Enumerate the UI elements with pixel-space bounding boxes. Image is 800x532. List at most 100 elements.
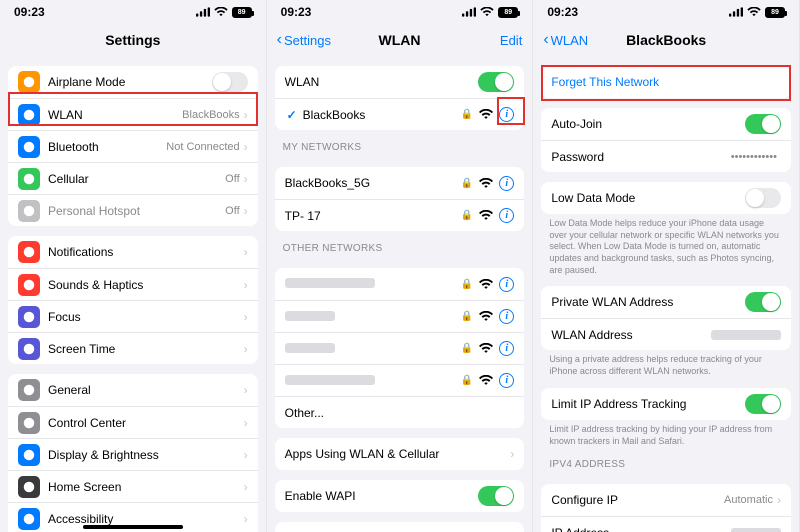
settings-row-home[interactable]: Home Screen› [8,470,258,502]
wapi-row[interactable]: Enable WAPI [275,480,525,512]
wifi-accessories: 🔒i [461,208,514,223]
private-addr-label: Private WLAN Address [551,295,745,309]
cellular-signal-icon [196,7,210,17]
page-title: WLAN [378,32,420,48]
settings-row-wlan[interactable]: WLANBlackBooks› [8,98,258,130]
settings-row-hotspot[interactable]: Personal HotspotOff › [8,194,258,226]
status-bar: 09:23 89 [0,0,266,24]
lowdata-toggle[interactable] [745,188,781,208]
phone-network-detail: 09:23 89 ‹WLAN BlackBooks Forget This Ne… [533,0,800,532]
wlan-scroll[interactable]: WLAN ✓ BlackBooks 🔒 i MY NETWORKS BlackB… [267,56,533,532]
autojoin-toggle[interactable] [745,114,781,134]
network-row[interactable]: 🔒i [275,364,525,396]
settings-row-focus[interactable]: Focus› [8,300,258,332]
limit-row[interactable]: Limit IP Address Tracking [541,388,791,420]
autojoin-row[interactable]: Auto-Join [541,108,791,140]
other-network-row[interactable]: Other... [275,396,525,428]
wlan-current-row[interactable]: ✓ BlackBooks 🔒 i [275,98,525,130]
ipv4-group: Configure IP Automatic › IP Address Subn… [541,484,791,532]
configure-ip-row[interactable]: Configure IP Automatic › [541,484,791,516]
network-row[interactable]: 🔒i [275,300,525,332]
settings-row-bluetooth[interactable]: BluetoothNot Connected› [8,130,258,162]
ask-to-join-row[interactable]: Ask to Join Networks Notify › [275,522,525,532]
wifi-signal-icon [479,375,493,386]
network-row[interactable]: BlackBooks_5G🔒i [275,167,525,199]
info-icon[interactable]: i [499,107,514,122]
private-group: Private WLAN Address WLAN Address [541,286,791,350]
other-networks-group: 🔒i🔒i🔒i🔒iOther... [275,268,525,428]
status-right: 89 [729,7,785,18]
settings-row-general[interactable]: General› [8,374,258,406]
network-label: BlackBooks_5G [285,176,370,190]
wapi-toggle[interactable] [478,486,514,506]
settings-row-sounds[interactable]: Sounds & Haptics› [8,268,258,300]
chevron-right-icon: › [244,172,248,186]
lock-icon: 🔒 [461,343,473,354]
network-row[interactable]: 🔒i [275,332,525,364]
hotspot-value: Off [225,205,239,217]
lock-icon: 🔒 [461,375,473,386]
info-icon[interactable]: i [499,277,514,292]
private-addr-toggle[interactable] [745,292,781,312]
airplane-toggle[interactable] [212,72,248,92]
wifi-accessories: 🔒 i [461,107,514,122]
home-label: Home Screen [48,480,244,494]
wifi-signal-icon [479,178,493,189]
settings-row-display[interactable]: Display & Brightness› [8,438,258,470]
navbar: ‹WLAN BlackBooks [533,24,799,56]
network-label-wrap [285,374,461,388]
password-row[interactable]: Password •••••••••••• [541,140,791,172]
network-label: TP- 17 [285,209,321,223]
network-row[interactable]: 🔒i [275,268,525,300]
info-icon[interactable]: i [499,176,514,191]
network-label-wrap [285,310,461,324]
settings-scroll[interactable]: Airplane ModeWLANBlackBooks›BluetoothNot… [0,56,266,532]
settings-row-cellular[interactable]: CellularOff› [8,162,258,194]
private-footer: Using a private address helps reduce tra… [533,350,799,377]
control-icon [18,412,40,434]
page-title: Settings [105,32,160,48]
bluetooth-label: Bluetooth [48,140,166,154]
screentime-icon [18,338,40,360]
detail-scroll[interactable]: Forget This Network Auto-Join Password •… [533,56,799,532]
settings-row-screentime[interactable]: Screen Time› [8,332,258,364]
configure-ip-value: Automatic [724,494,773,506]
settings-row-notifications[interactable]: Notifications› [8,236,258,268]
back-button[interactable]: ‹WLAN [543,24,588,56]
checkmark-icon: ✓ [285,108,299,122]
screentime-label: Screen Time [48,342,244,356]
lowdata-row[interactable]: Low Data Mode [541,182,791,214]
info-icon[interactable]: i [499,373,514,388]
private-addr-row[interactable]: Private WLAN Address [541,286,791,318]
hotspot-label: Personal Hotspot [48,204,225,218]
apps-using-wlan-row[interactable]: Apps Using WLAN & Cellular › [275,438,525,470]
edit-button[interactable]: Edit [500,24,522,56]
my-networks-header: MY NETWORKS [267,130,533,157]
wifi-signal-icon [479,343,493,354]
lock-icon: 🔒 [461,109,473,120]
lock-icon: 🔒 [461,279,473,290]
lock-icon: 🔒 [461,210,473,221]
wlan-toggle[interactable] [478,72,514,92]
limit-toggle[interactable] [745,394,781,414]
chevron-right-icon: › [244,204,248,218]
settings-row-airplane[interactable]: Airplane Mode [8,66,258,98]
focus-label: Focus [48,310,244,324]
sounds-label: Sounds & Haptics [48,278,244,292]
info-icon[interactable]: i [499,208,514,223]
info-icon[interactable]: i [499,309,514,324]
wlan-addr-row[interactable]: WLAN Address [541,318,791,350]
settings-row-control[interactable]: Control Center› [8,406,258,438]
info-icon[interactable]: i [499,341,514,356]
chevron-right-icon: › [244,448,248,462]
display-label: Display & Brightness [48,448,244,462]
wifi-icon [480,7,494,17]
airplane-label: Airplane Mode [48,75,212,89]
back-button[interactable]: ‹Settings [277,24,331,56]
battery-icon: 89 [498,7,518,18]
wlan-toggle-row[interactable]: WLAN [275,66,525,98]
network-row[interactable]: TP- 17🔒i [275,199,525,231]
apps-label: Apps Using WLAN & Cellular [285,447,511,461]
forget-network-row[interactable]: Forget This Network [541,66,791,98]
notifications-icon [18,241,40,263]
